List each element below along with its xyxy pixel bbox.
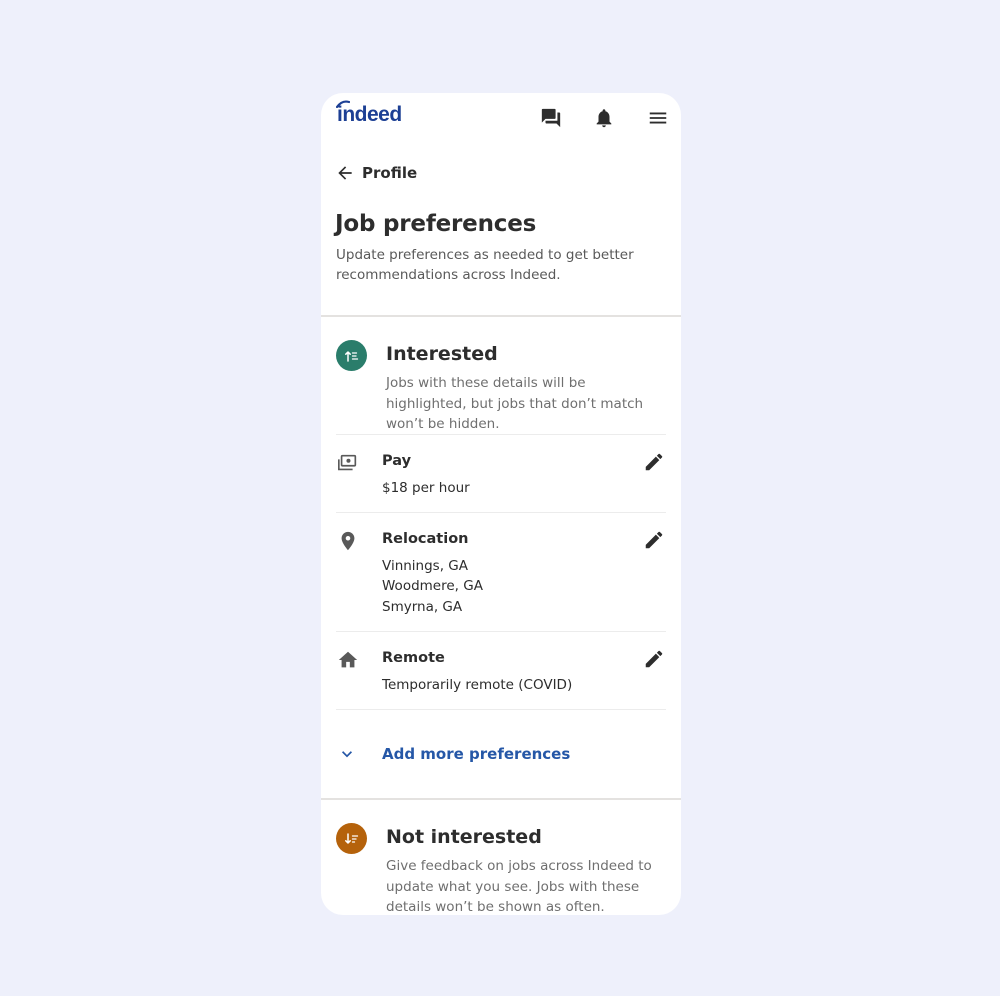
arrow-left-icon — [338, 166, 352, 180]
pref-label-pay: Pay — [382, 453, 412, 469]
location-pin-icon — [337, 530, 359, 552]
not-interested-title: Not interested — [386, 826, 542, 848]
item-divider — [336, 512, 666, 513]
edit-pay-button[interactable] — [643, 451, 665, 473]
add-more-preferences-button[interactable]: Add more preferences — [337, 744, 570, 764]
interested-badge-icon — [336, 340, 367, 371]
pref-value-relocation-2: Woodmere, GA — [382, 578, 483, 594]
menu-icon[interactable] — [647, 107, 669, 129]
home-icon — [337, 649, 359, 671]
edit-relocation-button[interactable] — [643, 529, 665, 551]
pref-value-remote: Temporarily remote (COVID) — [382, 677, 573, 693]
not-interested-badge-icon — [336, 823, 367, 854]
edit-remote-button[interactable] — [643, 648, 665, 670]
top-bar: indeed — [321, 93, 681, 143]
page-title: Job preferences — [335, 211, 537, 237]
add-more-label: Add more preferences — [382, 745, 571, 763]
item-divider — [336, 709, 666, 710]
pay-icon — [337, 452, 359, 474]
pref-label-relocation: Relocation — [382, 531, 469, 547]
notifications-icon[interactable] — [593, 107, 615, 129]
not-interested-description: Give feedback on jobs across Indeed to u… — [386, 858, 652, 915]
item-divider — [336, 631, 666, 632]
indeed-logo[interactable]: indeed — [336, 100, 402, 127]
section-divider — [321, 315, 681, 317]
pref-value-relocation-3: Smyrna, GA — [382, 599, 463, 615]
pref-value-relocation-1: Vinnings, GA — [382, 558, 468, 574]
chevron-down-icon — [342, 751, 352, 758]
messages-icon[interactable] — [540, 107, 562, 129]
pref-value-pay: $18 per hour — [382, 480, 470, 496]
back-label: Profile — [362, 164, 418, 182]
phone-screen: indeed Profile Job preferences Update pr… — [321, 93, 681, 915]
pencil-icon — [645, 531, 663, 549]
pref-label-remote: Remote — [382, 650, 445, 666]
item-divider — [336, 434, 666, 435]
page-subtitle: Update preferences as needed to get bett… — [336, 247, 634, 283]
back-to-profile-link[interactable]: Profile — [335, 163, 417, 183]
pencil-icon — [645, 650, 663, 668]
section-divider — [321, 798, 681, 800]
pencil-icon — [645, 453, 663, 471]
interested-title: Interested — [386, 343, 498, 365]
logo-arc-icon — [336, 100, 350, 108]
interested-description: Jobs with these details will be highligh… — [386, 375, 644, 432]
